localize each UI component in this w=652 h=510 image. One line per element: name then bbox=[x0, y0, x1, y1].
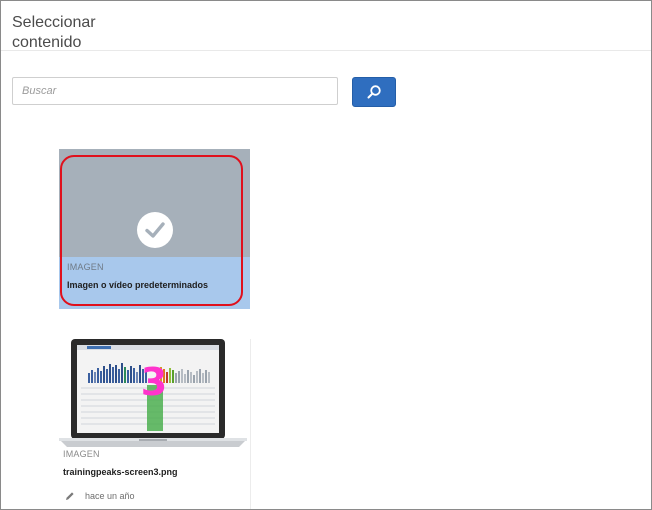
content-picker-dialog: Seleccionar contenido IMAGEN Imagen o ví… bbox=[0, 0, 652, 510]
header-divider bbox=[1, 50, 651, 51]
search-button[interactable] bbox=[352, 77, 396, 107]
card-type-label: IMAGEN bbox=[63, 449, 100, 459]
card-modified: hace un año bbox=[65, 491, 135, 501]
selection-highlight bbox=[60, 155, 243, 306]
content-card-image[interactable]: 3 IMAGEN trainingpeaks-screen3.png hace … bbox=[59, 339, 250, 509]
dialog-title: Seleccionar contenido bbox=[12, 13, 132, 53]
column-divider bbox=[250, 339, 251, 509]
card-modified-text: hace un año bbox=[85, 491, 135, 501]
content-card-default-media[interactable]: IMAGEN Imagen o vídeo predeterminados bbox=[59, 149, 250, 309]
pencil-icon bbox=[66, 492, 74, 500]
search-input[interactable] bbox=[12, 77, 338, 105]
annotation-number: 3 bbox=[140, 360, 168, 404]
dialog-title-line-1: Seleccionar bbox=[12, 14, 96, 31]
search-icon bbox=[367, 85, 381, 99]
card-title: trainingpeaks-screen3.png bbox=[63, 467, 178, 477]
